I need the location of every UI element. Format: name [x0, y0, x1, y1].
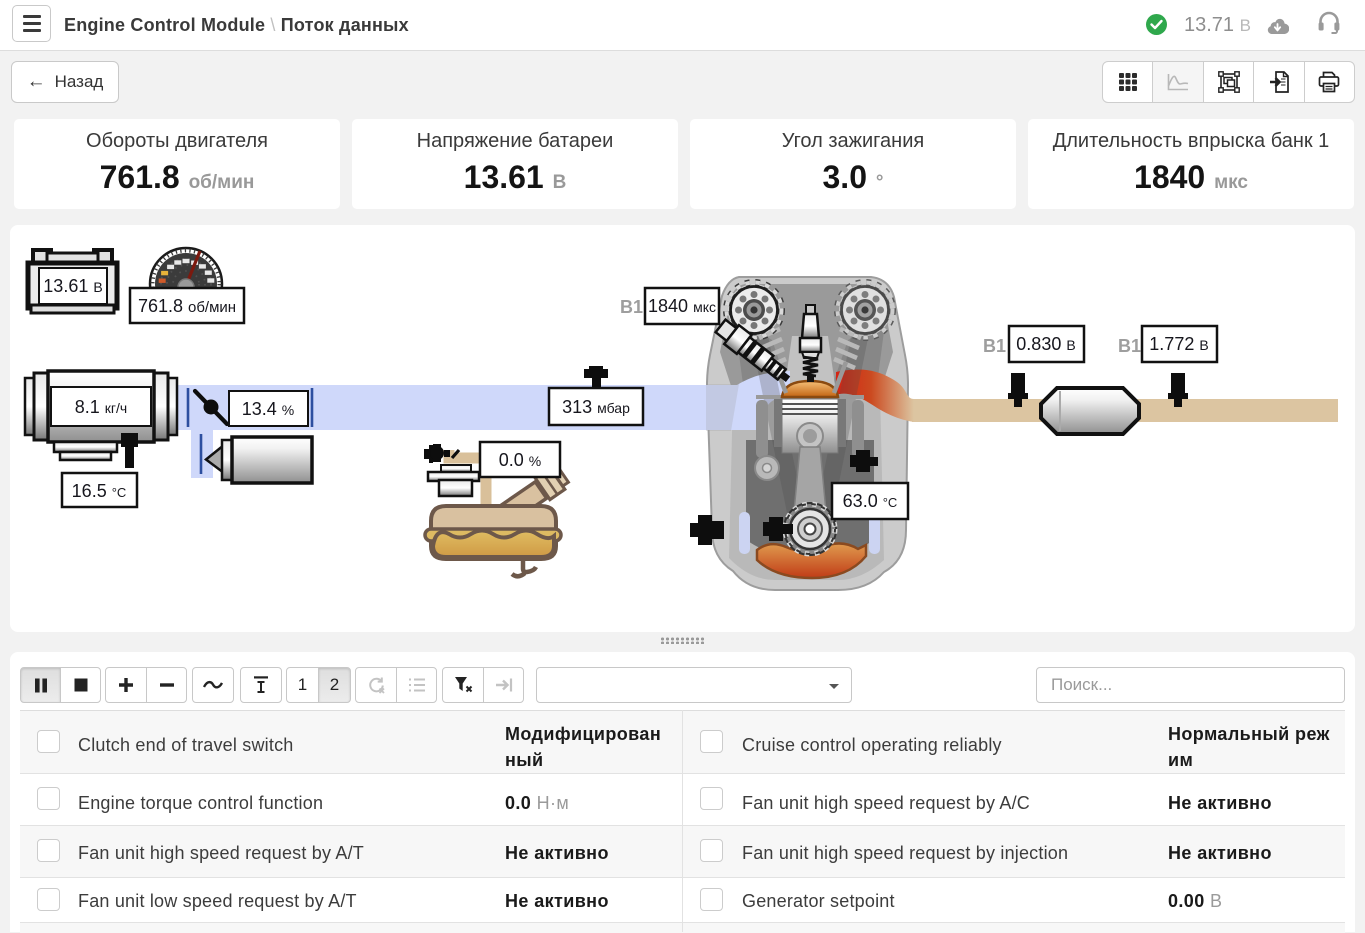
- svg-text:1.772 В: 1.772 В: [1149, 334, 1208, 354]
- svg-text:0.0 %: 0.0 %: [499, 450, 541, 470]
- svg-text:13.4 %: 13.4 %: [242, 399, 295, 419]
- svg-text:B1: B1: [983, 336, 1006, 356]
- svg-text:8.1 кг/ч: 8.1 кг/ч: [75, 397, 127, 417]
- svg-text:761.8 об/мин: 761.8 об/мин: [138, 296, 236, 316]
- svg-text:0.830 В: 0.830 В: [1016, 334, 1075, 354]
- svg-text:B1: B1: [620, 297, 643, 317]
- svg-text:313 мбар: 313 мбар: [562, 397, 630, 417]
- svg-text:B1: B1: [1118, 336, 1141, 356]
- svg-text:13.61 В: 13.61 В: [43, 276, 102, 296]
- svg-text:1840 мкс: 1840 мкс: [648, 296, 716, 316]
